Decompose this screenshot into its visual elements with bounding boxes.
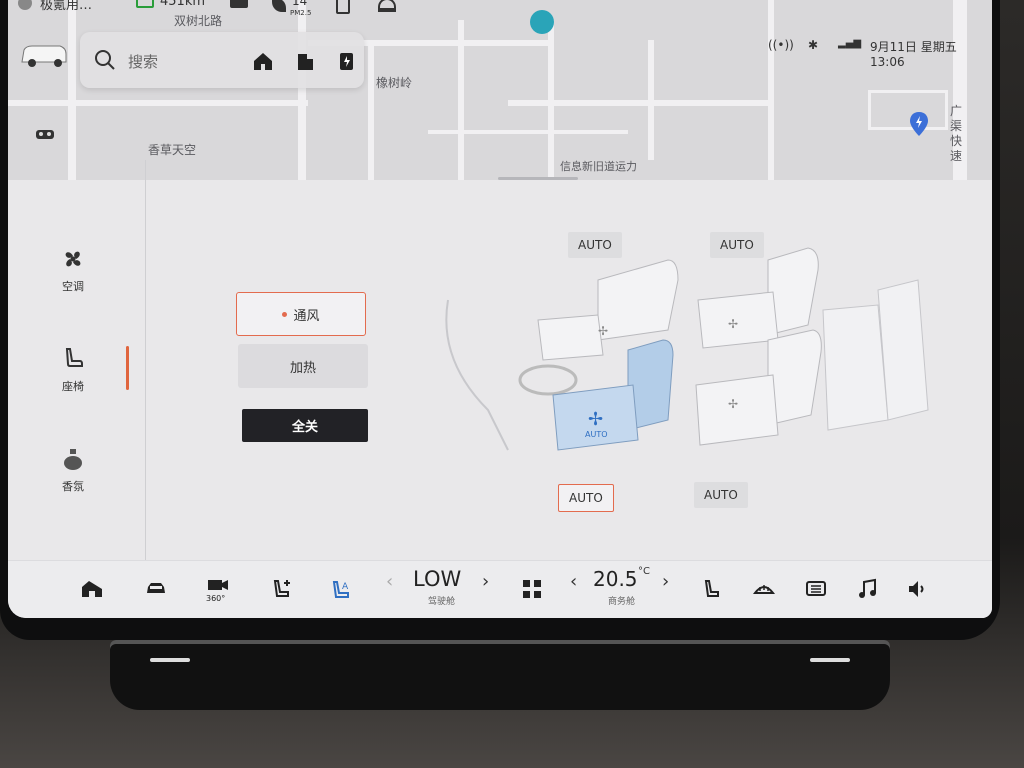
vehicle-icon[interactable] [144, 577, 168, 601]
map-label: 香草天空 [148, 143, 197, 157]
temperature-unit: °C [638, 566, 650, 577]
charging-station-icon[interactable] [336, 50, 358, 72]
fan-increase-button[interactable]: › [482, 571, 489, 592]
status-bar: 极氪用… 451km 14 PM2.5 [8, 0, 992, 22]
nav-item-ac[interactable]: 空调 [8, 246, 138, 294]
fan-zone-label: 驾驶舱 [428, 597, 456, 607]
front-defrost-icon[interactable] [752, 577, 776, 601]
selected-dot [282, 311, 288, 317]
search-placeholder: 搜索 [128, 53, 159, 71]
heating-label: 加热 [289, 360, 316, 376]
bottom-bar: 360° A ‹ LOW 驾驶舱 › ‹ 20.5 °C 商务舱 › [8, 560, 992, 618]
seat-add-icon[interactable] [270, 577, 294, 601]
nav-text: 极氪用… [40, 0, 93, 13]
trim-light [150, 658, 190, 662]
home-launcher-icon[interactable] [80, 577, 104, 601]
all-off-button[interactable]: 全关 [242, 409, 368, 442]
search-bar[interactable]: 搜索 [80, 32, 364, 88]
volume-icon[interactable] [906, 577, 930, 601]
ventilation-label: 通风 [293, 308, 320, 324]
datetime: 9月11日 星期五 13:06 [870, 40, 957, 69]
signal-icon: ▂▄▆ [838, 38, 862, 49]
trim-light [810, 658, 850, 662]
auto-seat-icon[interactable]: A [330, 577, 354, 601]
steering-wheel [518, 364, 578, 396]
temp-zone-label: 商务舱 [608, 597, 636, 607]
bluetooth-icon: ✱ [808, 38, 819, 52]
pm-value: 14 [292, 0, 308, 8]
temperature-value: 20.5 [593, 567, 638, 591]
rear-defrost-icon[interactable] [804, 577, 828, 601]
vehicle-status-icon[interactable] [34, 126, 56, 142]
auto-tag-front-right[interactable]: AUTO [558, 484, 614, 512]
battery-icon [136, 0, 154, 8]
pm-label: PM2.5 [290, 9, 312, 17]
infotainment-screen: 极氪用… 451km 14 PM2.5 ((•)) ✱ ▂▄▆ 9月11日 星期… [8, 0, 992, 618]
leaf-icon [272, 0, 286, 12]
seat-fan-icon: ✢ [728, 397, 738, 411]
nav-label: 座椅 [62, 380, 84, 393]
ventilation-button[interactable]: 通风 [236, 292, 366, 336]
panel-drag-handle[interactable] [498, 177, 578, 180]
camera-icon [208, 580, 228, 590]
range-text: 451km [160, 0, 206, 9]
seat-third-row [822, 279, 929, 431]
seat-fan-icon: ✢ [588, 409, 603, 430]
heating-button[interactable]: 加热 [238, 344, 368, 388]
nav-label: 香氛 [62, 480, 84, 493]
fan-speed-value: LOW [413, 567, 462, 591]
seat-icon [65, 348, 83, 367]
temp-increase-button[interactable]: › [662, 571, 669, 592]
nav-arrow-icon [18, 0, 32, 10]
apps-grid-icon[interactable] [520, 577, 544, 601]
charging-pin-icon[interactable] [910, 112, 928, 136]
seat-heat-icon[interactable] [700, 577, 724, 601]
nav-item-seat[interactable]: 座椅 [8, 346, 138, 394]
assistant-avatar-icon[interactable] [530, 10, 554, 34]
camera-360-button[interactable]: 360° [206, 577, 236, 603]
seat-auto-badge: AUTO [585, 430, 608, 439]
seat-fan-icon: ✢ [728, 317, 738, 331]
map-label: 双树北路 [174, 14, 223, 28]
fan-decrease-button[interactable]: ‹ [386, 571, 393, 592]
auto-tag-rear-left[interactable]: AUTO [710, 232, 764, 258]
auto-tag-rear-right[interactable]: AUTO [694, 482, 748, 508]
map-label: 广渠快速 [950, 104, 963, 163]
map-label: 橡树岭 [376, 76, 413, 90]
svg-text:A: A [342, 582, 349, 592]
auto-tag-front-left[interactable]: AUTO [568, 232, 622, 258]
map-view[interactable]: 极氪用… 451km 14 PM2.5 ((•)) ✱ ▂▄▆ 9月11日 星期… [8, 0, 992, 180]
music-icon[interactable] [856, 577, 880, 601]
company-icon[interactable] [294, 50, 316, 72]
seat-rear-right[interactable]: ✢ [695, 329, 822, 446]
lower-trim [110, 640, 890, 710]
temp-decrease-button[interactable]: ‹ [570, 571, 577, 592]
alarm-icon [378, 0, 396, 12]
seat-fan-icon: ✢ [598, 324, 608, 338]
nav-active-indicator [126, 346, 129, 390]
seat-layout-diagram: ✢ ✢ AUTO ✢ ✢ [445, 247, 929, 451]
home-icon[interactable] [252, 50, 274, 72]
camera-360-label: 360° [206, 594, 226, 603]
all-off-label: 全关 [291, 420, 318, 435]
phone-key-icon [336, 0, 350, 14]
dashcam-icon [230, 0, 248, 8]
cabin-outline [445, 299, 509, 451]
search-icon [95, 50, 115, 70]
hotspot-icon: ((•)) [768, 38, 794, 52]
fan-icon [65, 251, 81, 267]
left-nav: 空调 座椅 香氛 [8, 160, 146, 560]
map-label: 信息新旧道运力 [560, 160, 637, 173]
nav-item-fragrance[interactable]: 香氛 [8, 446, 138, 494]
vehicle-thumbnail[interactable] [18, 40, 70, 70]
nav-label: 空调 [62, 280, 84, 293]
fragrance-icon [64, 449, 82, 470]
